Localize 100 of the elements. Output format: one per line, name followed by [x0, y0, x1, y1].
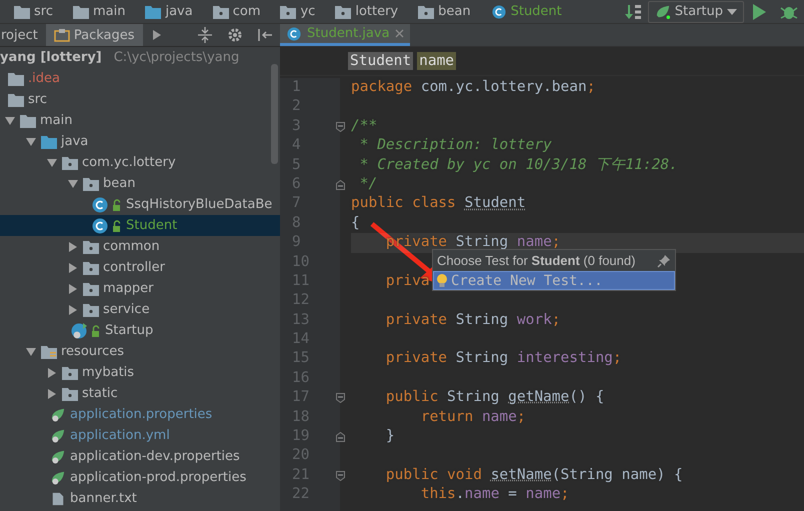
package-folder-icon — [280, 4, 296, 18]
tree-item[interactable]: com.yc.lottery — [0, 152, 280, 173]
code-line: this.name = name; — [420, 486, 570, 502]
tool-window-tab[interactable]: Packages — [46, 24, 143, 46]
more-tabs-arrow-icon[interactable] — [152, 30, 161, 40]
breadcrumb-item[interactable]: main — [58, 0, 132, 22]
breadcrumb-item[interactable]: java — [131, 0, 199, 22]
tree-item[interactable]: src — [0, 89, 280, 110]
breadcrumb-item[interactable]: lottery — [321, 0, 404, 22]
tree-item[interactable]: SsqHistoryBlueDataBe — [0, 194, 280, 215]
close-icon[interactable] — [394, 29, 404, 38]
tree-item-label: application-dev.properties — [70, 449, 240, 464]
tool-window-tab[interactable]: roject — [0, 24, 46, 46]
spring-leaf-icon — [50, 408, 66, 422]
collapsed-arrow-icon[interactable] — [67, 242, 79, 252]
tree-item[interactable]: static — [0, 383, 280, 404]
tree-item[interactable]: .idea — [0, 68, 280, 89]
tree-item-label: mybatis — [82, 365, 134, 380]
collapse-all-icon[interactable] — [196, 26, 214, 44]
collapsed-arrow-icon[interactable] — [67, 262, 79, 272]
collapsed-arrow-icon[interactable] — [67, 284, 79, 294]
code-line: */ — [358, 176, 378, 192]
tree-item[interactable]: mapper — [0, 278, 280, 299]
code-line: /** — [351, 118, 378, 134]
settings-icon[interactable] — [226, 26, 244, 44]
folder-icon — [14, 4, 30, 18]
hide-panel-icon[interactable] — [256, 26, 274, 44]
run-icon[interactable] — [750, 2, 768, 20]
collapsed-arrow-icon[interactable] — [46, 388, 58, 398]
code-line: public class Student — [351, 195, 526, 212]
build-icon[interactable] — [624, 2, 642, 20]
code-line: public void setName(String name) { — [384, 466, 683, 483]
pin-icon[interactable] — [657, 254, 671, 268]
expanded-arrow-icon[interactable] — [4, 116, 16, 126]
code-line: { — [351, 214, 360, 231]
breadcrumb-item[interactable]: com — [198, 0, 266, 22]
tree-item-label: java — [61, 134, 88, 149]
package-folder-icon — [62, 386, 78, 400]
breadcrumb-item[interactable]: bean — [404, 0, 477, 22]
folder-icon — [8, 92, 24, 106]
code-line: public String getName() { — [384, 389, 604, 406]
folder-icon — [41, 134, 57, 148]
breadcrumb-item[interactable]: src — [0, 0, 59, 22]
fold-marker-icon[interactable] — [336, 432, 345, 442]
breadcrumb-item[interactable]: Student — [476, 0, 568, 22]
expanded-arrow-icon[interactable] — [67, 178, 79, 188]
package-folder-icon — [83, 176, 99, 190]
tree-item[interactable]: Startup — [0, 320, 280, 341]
tree-item-label: static — [82, 386, 118, 401]
project-name[interactable]: yang [lottery] — [0, 50, 102, 65]
code-line: private String interesting; — [384, 350, 622, 366]
tree-item-label: Startup — [105, 323, 154, 338]
spring-leaf-icon — [50, 428, 66, 442]
tree-item[interactable]: application.yml — [0, 425, 280, 446]
collapsed-arrow-icon[interactable] — [46, 368, 58, 378]
expanded-arrow-icon[interactable] — [25, 136, 37, 146]
fold-marker-icon[interactable] — [336, 180, 345, 190]
code-line: package com.yc.lottery.bean; — [351, 79, 596, 95]
code-line: } — [384, 428, 395, 444]
breadcrumb-item[interactable]: yc — [266, 0, 322, 22]
tree-item[interactable]: main — [0, 110, 280, 131]
project-path: C:\yc\projects\yang — [114, 50, 240, 65]
structure-breadcrumb[interactable]: name — [417, 52, 456, 70]
class-icon — [490, 4, 507, 18]
tree-item[interactable]: mybatis — [0, 362, 280, 383]
spring-leaf-icon — [50, 450, 66, 464]
tree-item-label: common — [103, 239, 160, 254]
tree-item[interactable]: application.properties — [0, 404, 280, 425]
tree-item[interactable]: banner.txt — [0, 488, 280, 509]
tree-item-label: application.yml — [70, 428, 170, 443]
class-icon — [92, 218, 122, 234]
tree-item-label: src — [28, 92, 47, 107]
run-configuration-dropdown[interactable]: Startup — [648, 0, 744, 22]
scrollbar-thumb[interactable] — [271, 64, 278, 164]
package-folder-icon — [212, 4, 229, 18]
tree-item-label: application-prod.properties — [70, 470, 246, 485]
tree-item[interactable]: bean — [0, 173, 280, 194]
code-line: private String work; — [384, 312, 561, 328]
tree-item[interactable]: resources — [0, 341, 280, 362]
tree-item[interactable]: common — [0, 236, 280, 257]
fold-marker-icon[interactable] — [336, 470, 345, 481]
tree-item[interactable]: service — [0, 299, 280, 320]
code-line: * Created by yc on 10/3/18 下午11:28. — [358, 156, 678, 173]
package-folder-icon — [62, 366, 78, 380]
collapsed-arrow-icon[interactable] — [67, 304, 79, 314]
class-icon — [286, 26, 302, 40]
tree-item[interactable]: application-dev.properties — [0, 446, 280, 467]
fold-marker-icon[interactable] — [336, 122, 345, 132]
tree-item[interactable]: Student — [0, 215, 280, 236]
expanded-arrow-icon[interactable] — [25, 346, 37, 356]
tree-item[interactable]: controller — [0, 257, 280, 278]
code-line: return name; — [420, 408, 526, 425]
structure-breadcrumb[interactable]: Student — [348, 52, 414, 70]
package-folder-icon — [83, 302, 99, 316]
expanded-arrow-icon[interactable] — [46, 158, 58, 168]
tree-item-label: service — [103, 302, 150, 317]
resources-folder-icon — [41, 344, 57, 358]
tree-item[interactable]: java — [0, 131, 280, 152]
tree-item[interactable]: application-prod.properties — [0, 467, 280, 488]
fold-marker-icon[interactable] — [336, 393, 345, 404]
